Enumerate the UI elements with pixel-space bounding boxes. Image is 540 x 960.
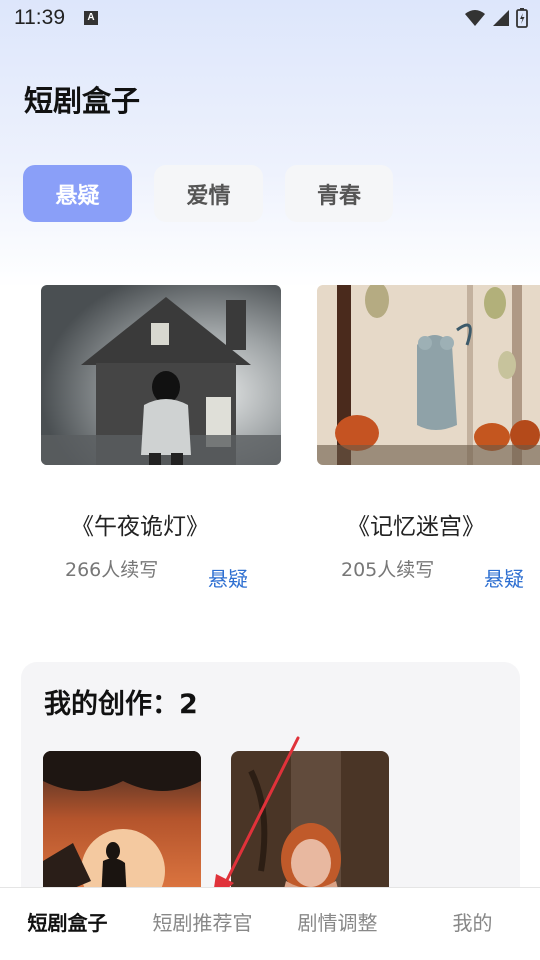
status-bar: 11:39 A (0, 0, 540, 36)
nav-plot-adjust[interactable]: 剧情调整 (270, 888, 405, 960)
status-icons (464, 8, 528, 28)
my-creations-title: 我的创作：2 (44, 689, 198, 720)
drama-writer-count: 205人续写 (341, 559, 435, 581)
drama-card[interactable]: 《记忆迷宫》 205人续写 悬疑 (317, 285, 540, 591)
drama-cover-image[interactable] (317, 285, 540, 465)
battery-icon (516, 8, 528, 28)
nav-mine[interactable]: 我的 (405, 888, 540, 960)
drama-writer-count: 266人续写 (65, 559, 159, 581)
tab-romance[interactable]: 爱情 (154, 165, 263, 222)
page-title: 短剧盒子 (24, 84, 141, 118)
tab-youth[interactable]: 青春 (285, 165, 393, 222)
creation-thumbnail[interactable] (231, 751, 389, 901)
tab-suspense[interactable]: 悬疑 (23, 165, 132, 222)
status-time: 11:39 (14, 6, 65, 29)
nav-drama-recommender[interactable]: 短剧推荐官 (135, 888, 270, 960)
notification-a-icon: A (84, 11, 98, 25)
wifi-icon (465, 10, 485, 26)
drama-cover-image[interactable] (41, 285, 281, 465)
drama-genre-tag[interactable]: 悬疑 (208, 563, 248, 592)
drama-card[interactable]: 《午夜诡灯》 266人续写 悬疑 (41, 285, 281, 591)
category-tabs: 悬疑 爱情 青春 (23, 165, 393, 222)
drama-carousel[interactable]: 《午夜诡灯》 266人续写 悬疑 《记忆迷宫》 205人续写 悬疑 (0, 285, 540, 605)
drama-title: 《记忆迷宫》 (347, 514, 485, 540)
drama-genre-tag[interactable]: 悬疑 (484, 563, 524, 592)
creation-thumbnail[interactable] (43, 751, 201, 901)
drama-title: 《午夜诡灯》 (71, 514, 209, 540)
nav-drama-box[interactable]: 短剧盒子 (0, 888, 135, 960)
bottom-navigation: 短剧盒子 短剧推荐官 剧情调整 我的 (0, 887, 540, 960)
signal-icon (493, 10, 509, 26)
